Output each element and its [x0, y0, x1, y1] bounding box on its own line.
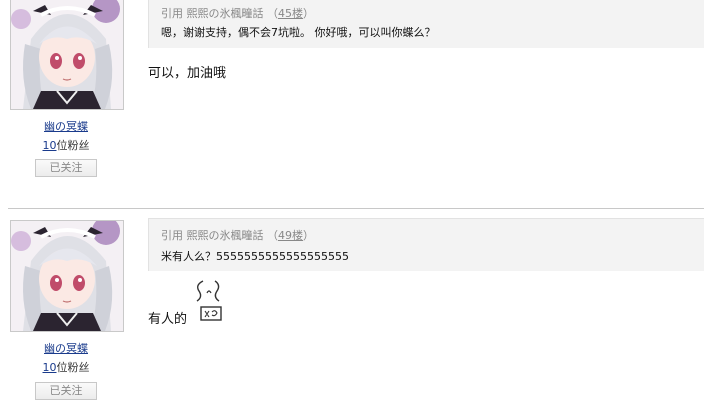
username-link[interactable]: 幽の冥蝶	[0, 340, 132, 356]
avatar[interactable]	[10, 0, 124, 110]
floor-open: （	[267, 7, 278, 20]
quote-header: 引用 熙熙の氷楓疃話 （45楼）	[161, 5, 314, 21]
floor-close: ）	[303, 229, 314, 242]
floor-close: ）	[303, 7, 314, 20]
avatar[interactable]	[10, 220, 124, 332]
quote-block: 引用 熙熙の氷楓疃話 （45楼） 嗯，谢谢支持，偶不会7坑啦。 你好哦，可以叫你…	[148, 0, 704, 48]
fans-count-link[interactable]: 10	[43, 139, 57, 152]
fans-count-link[interactable]: 10	[43, 361, 57, 374]
reply-text: 可以，加油哦	[148, 66, 227, 81]
reply-text: 有人的	[148, 312, 188, 327]
quote-prefix: 引用	[161, 229, 183, 242]
follow-button[interactable]: 已关注	[35, 382, 97, 400]
quote-header: 引用 熙熙の氷楓疃話 （49楼）	[161, 227, 314, 243]
quote-prefix: 引用	[161, 7, 183, 20]
post-divider	[8, 208, 704, 209]
floor-open: （	[267, 229, 278, 242]
quote-block: 引用 熙熙の氷楓疃話 （49楼） 米有人么？555555555555555555…	[148, 218, 704, 271]
anime-girl-avatar-image	[11, 221, 123, 331]
post: 幽の冥蝶 10位粉丝 已关注 引用 熙熙の氷楓疃話 （49楼） 米有人么？555…	[0, 210, 704, 416]
quote-author: 熙熙の氷楓疃話	[186, 7, 264, 20]
fans-count: 10位粉丝	[0, 359, 132, 375]
fans-suffix: 位粉丝	[56, 361, 90, 374]
quote-text: 嗯，谢谢支持，偶不会7坑啦。 你好哦，可以叫你蝶么？	[161, 26, 436, 39]
quote-text: 米有人么？5555555555555555555	[161, 250, 349, 263]
chat-emoticon-icon	[196, 280, 222, 321]
floor-link[interactable]: 49楼	[278, 229, 303, 242]
quote-floor: （45楼）	[267, 7, 314, 20]
fans-suffix: 位粉丝	[56, 139, 90, 152]
post: 幽の冥蝶 10位粉丝 已关注 引用 熙熙の氷楓疃話 （45楼） 嗯，谢谢支持，偶…	[0, 0, 704, 188]
anime-girl-avatar-image	[11, 0, 123, 109]
floor-link[interactable]: 45楼	[278, 7, 303, 20]
username-link[interactable]: 幽の冥蝶	[0, 118, 132, 134]
quote-author: 熙熙の氷楓疃話	[186, 229, 264, 242]
follow-button[interactable]: 已关注	[35, 159, 97, 177]
quote-floor: （49楼）	[267, 229, 314, 242]
fans-count: 10位粉丝	[0, 137, 132, 153]
